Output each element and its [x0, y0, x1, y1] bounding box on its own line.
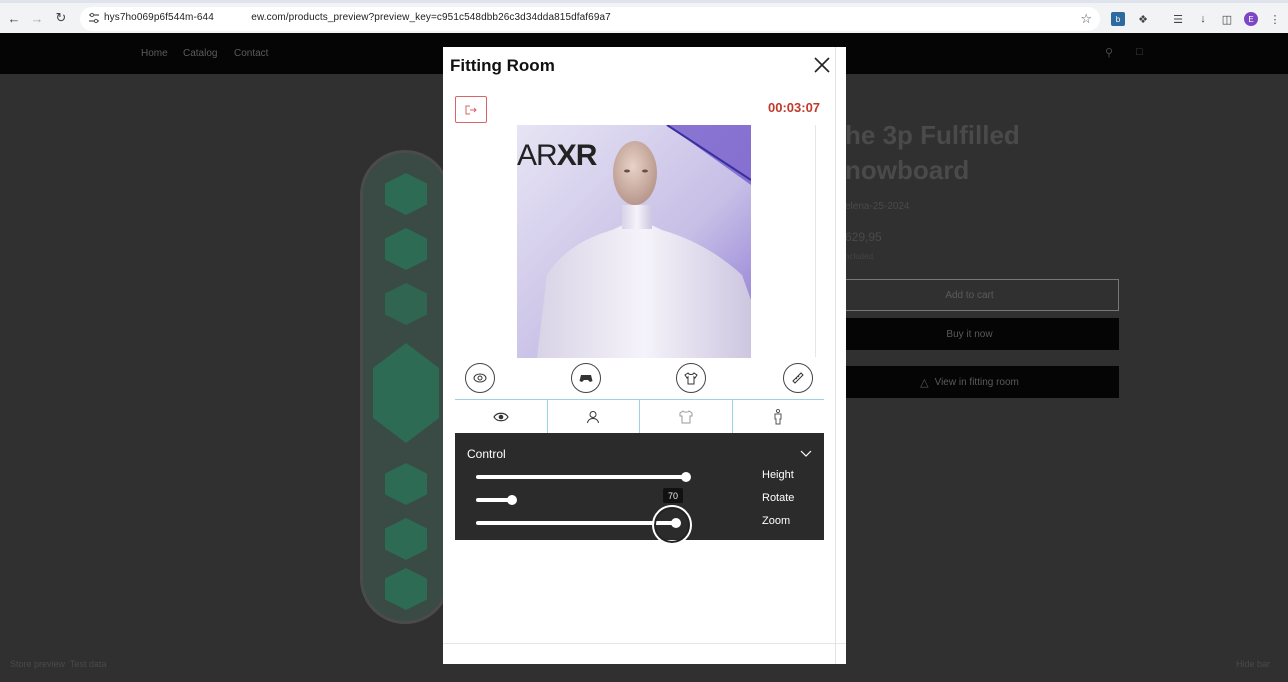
modal-title: Fitting Room	[450, 56, 555, 75]
forward-icon[interactable]: →	[28, 9, 46, 27]
height-slider[interactable]	[476, 472, 691, 482]
download-icon[interactable]: ↓	[1196, 12, 1210, 26]
search-icon[interactable]: ⚲	[1105, 46, 1118, 59]
site-info-icon[interactable]	[88, 12, 100, 24]
close-icon[interactable]	[812, 55, 832, 75]
outfit-button[interactable]	[676, 363, 706, 393]
reload-icon[interactable]: ↻	[52, 9, 70, 27]
nav-contact[interactable]: Contact	[234, 48, 268, 59]
menu-kebab-icon[interactable]: ⋮	[1268, 12, 1282, 26]
tax-note: ncluded.	[845, 252, 876, 261]
product-vendor: elena-25-2024	[845, 201, 910, 212]
user-icon	[587, 410, 600, 423]
exit-session-button[interactable]	[455, 96, 487, 123]
hide-bar-link[interactable]: Hide bar	[1236, 659, 1270, 669]
zoom-label: Zoom	[762, 515, 791, 527]
eye-icon	[493, 412, 509, 421]
avatar-3d-viewport[interactable]: ARXR	[517, 125, 751, 358]
viewport-logo: ARXR	[517, 139, 597, 172]
product-title: he 3p Fulfilled nowboard	[845, 120, 1020, 185]
chevron-down-icon[interactable]	[800, 448, 812, 458]
store-preview-label: Store preview Test data	[10, 659, 107, 669]
modal-footer-divider	[443, 643, 846, 644]
nav-home[interactable]: Home	[141, 48, 168, 59]
extensions-puzzle-icon[interactable]: ❖	[1136, 12, 1150, 26]
measure-icon	[792, 372, 804, 384]
cursor-highlight	[652, 505, 692, 545]
product-price: 629,95	[845, 230, 882, 244]
address-bar[interactable]: hys7ho069p6f544m-644 ew.com/products_pre…	[80, 7, 1100, 31]
rotate-slider[interactable]	[476, 495, 686, 505]
buy-now-button[interactable]: Buy it now	[820, 318, 1119, 350]
tab-avatar[interactable]	[548, 400, 640, 433]
hanger-icon: △	[920, 376, 929, 389]
view-toggle-icon	[473, 373, 487, 383]
view-fitting-room-button[interactable]: △ View in fitting room	[820, 366, 1119, 398]
session-timer: 00:03:07	[768, 100, 821, 115]
viewport-scrollbar[interactable]	[815, 125, 823, 357]
view-toggle-button[interactable]	[465, 363, 495, 393]
modal-divider	[835, 47, 836, 664]
measure-button[interactable]	[783, 363, 813, 393]
url-text: hys7ho069p6f544m-644 ew.com/products_pre…	[104, 12, 611, 23]
cart-icon[interactable]: □	[1136, 46, 1149, 59]
add-to-cart-button[interactable]: Add to cart	[820, 279, 1119, 311]
slider-value-tooltip: 70	[663, 488, 683, 503]
browser-chrome: ← → ↻ hys7ho069p6f544m-644 ew.com/produc…	[0, 0, 1288, 33]
snowboard-image	[360, 150, 450, 624]
fitting-room-modal: Fitting Room 00:03:07 ARXR Control Heigh…	[443, 47, 846, 664]
shirt-icon	[684, 372, 698, 385]
rotate-slider-thumb[interactable]	[507, 495, 517, 505]
fitting-tabs	[455, 399, 824, 433]
bookmark-star-icon[interactable]: ☆	[1080, 11, 1092, 27]
action-toolbar	[465, 363, 815, 395]
height-slider-thumb[interactable]	[681, 472, 691, 482]
gamepad-icon	[579, 375, 593, 382]
exit-icon	[465, 105, 477, 114]
tab-view[interactable]	[455, 400, 548, 433]
profile-avatar[interactable]: E	[1244, 12, 1258, 26]
height-label: Height	[762, 469, 794, 481]
tshirt-icon	[679, 409, 693, 423]
control-panel: Control Height Rotate 70 Zoom	[455, 433, 824, 545]
extension-b-icon[interactable]: b	[1111, 12, 1125, 26]
body-icon	[774, 408, 782, 424]
rotate-label: Rotate	[762, 492, 795, 504]
back-icon[interactable]: ←	[5, 9, 23, 27]
media-control-icon[interactable]: ☰	[1171, 12, 1185, 26]
side-panel-icon[interactable]: ◫	[1220, 12, 1234, 26]
tab-garments[interactable]	[640, 400, 733, 433]
tab-body[interactable]	[733, 400, 825, 433]
game-controller-button[interactable]	[571, 363, 601, 393]
nav-catalog[interactable]: Catalog	[183, 48, 217, 59]
control-title: Control	[467, 447, 506, 461]
